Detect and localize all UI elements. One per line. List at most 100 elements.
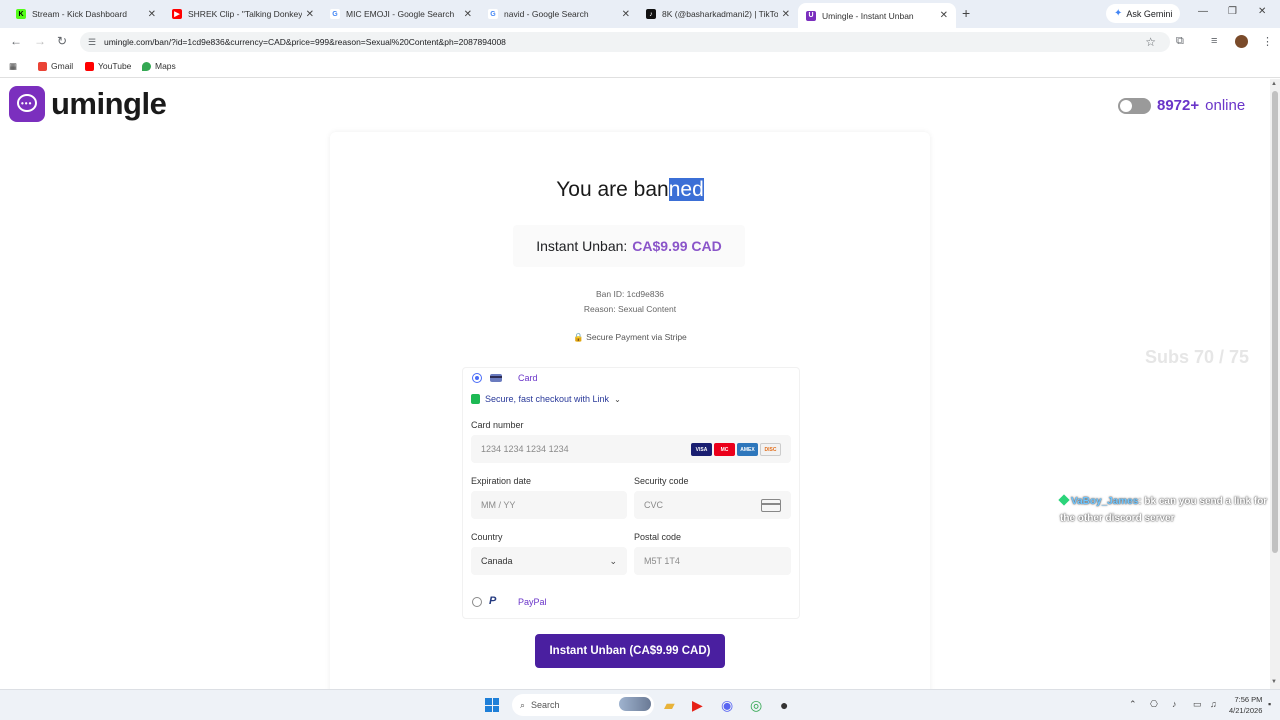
cast-icon[interactable]: ⧉ (1176, 35, 1184, 48)
obs-icon[interactable]: ● (780, 697, 788, 713)
link-checkout-toggle[interactable]: Secure, fast checkout with Link ⌄ (471, 394, 621, 404)
country-select[interactable]: Canada ⌄ (471, 547, 627, 575)
tiktok-favicon-icon: ♪ (646, 9, 656, 19)
gemini-sparkle-icon: ✦ (1114, 8, 1123, 19)
close-tab-icon[interactable]: ✕ (940, 10, 948, 21)
ask-gemini-button[interactable]: ✦ Ask Gemini (1106, 4, 1181, 23)
paypal-radio[interactable] (472, 597, 482, 607)
price-box: Instant Unban: CA$9.99 CAD (513, 225, 745, 267)
umingle-logo[interactable]: ••• umingle (9, 86, 167, 122)
menu-kebab-icon[interactable]: ⋮ (1262, 35, 1273, 48)
card-number-input[interactable]: 1234 1234 1234 1234 VISA MC AMEX DISC (471, 435, 791, 463)
mic-icon[interactable]: ♪ (1172, 699, 1177, 709)
tab-mic-emoji-search[interactable]: G MIC EMOJI - Google Search ✕ (322, 3, 480, 25)
card-number-label: Card number (471, 420, 524, 430)
postal-code-input[interactable]: M5T 1T4 (634, 547, 791, 575)
site-settings-icon[interactable]: ☰ (88, 37, 96, 48)
tab-navid-search[interactable]: G navid - Google Search ✕ (480, 3, 638, 25)
postal-placeholder: M5T 1T4 (644, 556, 680, 566)
paypal-icon: P (489, 595, 497, 607)
youtube-favicon-icon: ▶ (172, 9, 182, 19)
system-clock[interactable]: 7:56 PM 4/21/2026 (1229, 694, 1262, 716)
file-explorer-icon[interactable]: ▰ (664, 697, 675, 714)
ban-title-text: You are ban (556, 178, 669, 201)
ban-reason: Reason: Sexual Content (583, 304, 677, 314)
bookmark-gmail[interactable]: Gmail (38, 61, 73, 71)
new-tab-button[interactable]: + (962, 5, 970, 21)
page-scrollbar[interactable]: ▲ ▼ (1270, 79, 1280, 689)
scroll-up-icon[interactable]: ▲ (1271, 81, 1277, 87)
ban-card: You are banned Instant Unban: CA$9.99 CA… (330, 132, 930, 689)
tab-label: SHREK Clip - "Talking Donkey" (188, 9, 302, 19)
bookmark-maps[interactable]: Maps (142, 61, 176, 71)
chrome-icon[interactable]: ◎ (750, 697, 762, 714)
scrollbar-thumb[interactable] (1272, 91, 1278, 553)
google-favicon-icon: G (488, 9, 498, 19)
tab-label: MIC EMOJI - Google Search (346, 9, 455, 19)
instant-unban-button[interactable]: Instant Unban (CA$9.99 CAD) (535, 634, 725, 668)
visa-icon: VISA (691, 443, 712, 456)
postal-code-label: Postal code (634, 532, 682, 542)
media-controls-icon[interactable]: ≡ (1211, 35, 1217, 47)
browser-tab-strip: K Stream - Kick Dashboard ✕ ▶ SHREK Clip… (0, 0, 1280, 28)
paypal-method-label[interactable]: PayPal (518, 597, 547, 607)
tab-kick-dashboard[interactable]: K Stream - Kick Dashboard ✕ (8, 3, 164, 25)
tab-umingle-unban[interactable]: U Umingle - Instant Unban ✕ (798, 3, 956, 28)
search-icon: ⌕ (520, 699, 526, 710)
profile-avatar[interactable] (1235, 35, 1248, 48)
online-indicator: 8972+ online (1118, 97, 1245, 114)
close-tab-icon[interactable]: ✕ (306, 9, 314, 20)
address-bar[interactable]: ☰ umingle.com/ban/?id=1cd9e836&currency=… (80, 32, 1170, 52)
discord-icon[interactable]: ◉ (721, 697, 733, 714)
close-tab-icon[interactable]: ✕ (148, 9, 156, 20)
tab-tiktok[interactable]: ♪ 8K (@basharkadmani2) | TikTok ✕ (638, 3, 798, 25)
theme-toggle[interactable] (1118, 97, 1151, 114)
ban-title-selected-text: ned (668, 178, 704, 201)
close-tab-icon[interactable]: ✕ (464, 9, 472, 20)
expiration-label: Expiration date (471, 476, 532, 486)
security-code-input[interactable]: CVC (634, 491, 791, 519)
apps-grid-icon[interactable]: ▦ (9, 61, 17, 72)
chevron-down-icon: ⌄ (609, 556, 617, 566)
reload-icon[interactable]: ↻ (57, 34, 67, 48)
scroll-down-icon[interactable]: ▼ (1271, 679, 1277, 685)
country-label: Country (471, 532, 503, 542)
country-value: Canada (481, 556, 513, 566)
network-icon[interactable]: ⎔ (1150, 699, 1158, 710)
display-icon[interactable]: ▭ (1193, 699, 1202, 710)
ask-gemini-label: Ask Gemini (1126, 8, 1173, 19)
minimize-icon[interactable]: — (1198, 6, 1208, 17)
volume-icon[interactable]: ♫ (1210, 699, 1217, 709)
chat-bubble-logo-icon: ••• (9, 86, 45, 122)
price-label: Instant Unban: (536, 238, 628, 254)
close-tab-icon[interactable]: ✕ (622, 9, 630, 20)
card-method-label[interactable]: Card (518, 373, 538, 383)
online-count: 8972+ (1157, 97, 1200, 114)
link-checkout-text: Secure, fast checkout with Link (485, 394, 610, 404)
tab-label: Umingle - Instant Unban (822, 10, 914, 21)
bookmark-youtube[interactable]: YouTube (85, 61, 131, 71)
umingle-favicon-icon: U (806, 10, 816, 21)
expiration-input[interactable]: MM / YY (471, 491, 627, 519)
card-radio[interactable] (472, 373, 482, 383)
notification-icon[interactable]: ▪ (1268, 699, 1271, 709)
back-arrow-icon[interactable]: ← (10, 34, 22, 48)
close-tab-icon[interactable]: ✕ (782, 9, 790, 20)
stream-subs-overlay: Subs 70 / 75 (1145, 347, 1250, 367)
expiration-placeholder: MM / YY (481, 500, 516, 510)
kick-favicon-icon: K (16, 9, 26, 19)
bookmark-star-icon[interactable]: ☆ (1145, 35, 1156, 49)
forward-arrow-icon[interactable]: → (34, 34, 46, 48)
cvc-card-icon (761, 499, 781, 512)
chevron-down-icon: ⌄ (614, 394, 621, 404)
tab-shrek-clip[interactable]: ▶ SHREK Clip - "Talking Donkey" ✕ (164, 3, 322, 25)
bookmark-label: Maps (155, 61, 176, 71)
brand-name: umingle (51, 86, 167, 121)
tray-overflow-icon[interactable]: ⌃ (1129, 699, 1137, 710)
maximize-icon[interactable]: ❐ (1228, 6, 1237, 17)
youtube-app-icon[interactable]: ▶ (692, 697, 703, 714)
close-window-icon[interactable]: ✕ (1258, 6, 1266, 17)
windows-start-icon[interactable] (485, 698, 499, 712)
url-text: umingle.com/ban/?id=1cd9e836&currency=CA… (104, 37, 506, 47)
widgets-icon[interactable] (619, 697, 651, 711)
